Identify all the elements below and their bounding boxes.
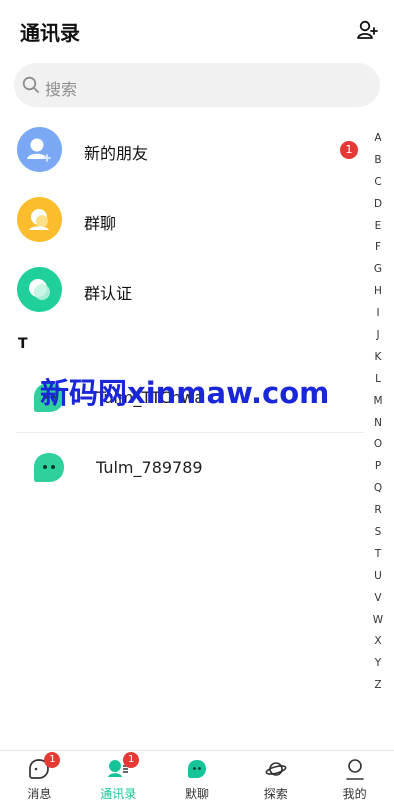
chat-bot-icon xyxy=(187,760,206,778)
watermark-text: 新码网xinmaw.com xyxy=(40,376,330,410)
header: 通讯录 xyxy=(0,0,394,60)
index-letter[interactable]: A xyxy=(370,128,386,150)
index-letter[interactable]: R xyxy=(370,500,386,522)
bottom-tab-bar: 1 消息 1 通讯录 默聊 探索 我的 xyxy=(0,750,394,800)
new-friends-label: 新的朋友 xyxy=(84,144,149,163)
group-chat-label: 群聊 xyxy=(84,214,117,233)
index-letter[interactable]: U xyxy=(370,566,386,588)
group-verify-icon xyxy=(17,267,62,312)
index-letter[interactable]: J xyxy=(370,325,386,347)
index-letter[interactable]: I xyxy=(370,303,386,325)
group-verify-label: 群认证 xyxy=(84,284,133,303)
contact-item[interactable]: Tulm_789789 xyxy=(16,433,364,503)
group-verify-item[interactable]: 群认证 xyxy=(0,255,360,325)
index-letter[interactable]: L xyxy=(370,369,386,391)
group-chat-icon xyxy=(17,197,62,242)
index-letter[interactable]: X xyxy=(370,631,386,653)
index-letter[interactable]: E xyxy=(370,216,386,238)
tab-messages[interactable]: 1 消息 xyxy=(0,751,79,800)
new-friend-icon xyxy=(17,127,62,172)
search-input[interactable]: 搜索 xyxy=(14,63,380,107)
index-letter[interactable]: T xyxy=(370,544,386,566)
search-placeholder: 搜索 xyxy=(45,80,78,99)
tab-label: 通讯录 xyxy=(100,787,137,800)
index-letter[interactable]: K xyxy=(370,347,386,369)
index-letter[interactable]: W xyxy=(370,610,386,632)
tab-label: 我的 xyxy=(342,787,367,800)
index-letter[interactable]: N xyxy=(370,413,386,435)
index-letter[interactable]: M xyxy=(370,391,386,413)
index-letter[interactable]: G xyxy=(370,259,386,281)
index-letter[interactable]: P xyxy=(370,456,386,478)
index-letter[interactable]: V xyxy=(370,588,386,610)
section-letter: T xyxy=(18,336,28,352)
index-letter[interactable]: Y xyxy=(370,653,386,675)
new-friends-badge: 1 xyxy=(340,141,358,159)
messages-badge: 1 xyxy=(44,752,61,768)
new-friends-item[interactable]: 新的朋友 1 xyxy=(0,115,360,185)
index-letter[interactable]: H xyxy=(370,281,386,303)
planet-icon xyxy=(265,762,287,776)
page-title: 通讯录 xyxy=(20,21,80,45)
index-letter[interactable]: S xyxy=(370,522,386,544)
index-letter[interactable]: B xyxy=(370,150,386,172)
group-chat-item[interactable]: 群聊 xyxy=(0,185,360,255)
index-letter[interactable]: Q xyxy=(370,478,386,500)
tab-contacts[interactable]: 1 通讯录 xyxy=(79,751,158,800)
alphabet-index[interactable]: ABCDEFGHIJKLMNOPQRSTUVWXYZ xyxy=(370,128,386,697)
tab-label: 消息 xyxy=(27,787,52,800)
tab-default-chat[interactable]: 默聊 xyxy=(158,751,237,800)
profile-icon xyxy=(345,759,364,780)
add-friend-icon xyxy=(357,20,378,39)
index-letter[interactable]: F xyxy=(370,237,386,259)
contact-name: Tulm_789789 xyxy=(96,458,203,477)
index-letter[interactable]: O xyxy=(370,434,386,456)
tab-label: 探索 xyxy=(263,787,288,800)
search-icon xyxy=(22,76,39,93)
add-friend-button[interactable] xyxy=(356,18,380,42)
contacts-badge: 1 xyxy=(123,752,140,768)
index-letter[interactable]: D xyxy=(370,194,386,216)
tab-explore[interactable]: 探索 xyxy=(236,751,315,800)
tab-label: 默聊 xyxy=(184,787,209,800)
index-letter[interactable]: C xyxy=(370,172,386,194)
index-letter[interactable]: Z xyxy=(370,675,386,697)
tab-profile[interactable]: 我的 xyxy=(315,751,394,800)
bot-avatar-icon xyxy=(34,453,64,482)
